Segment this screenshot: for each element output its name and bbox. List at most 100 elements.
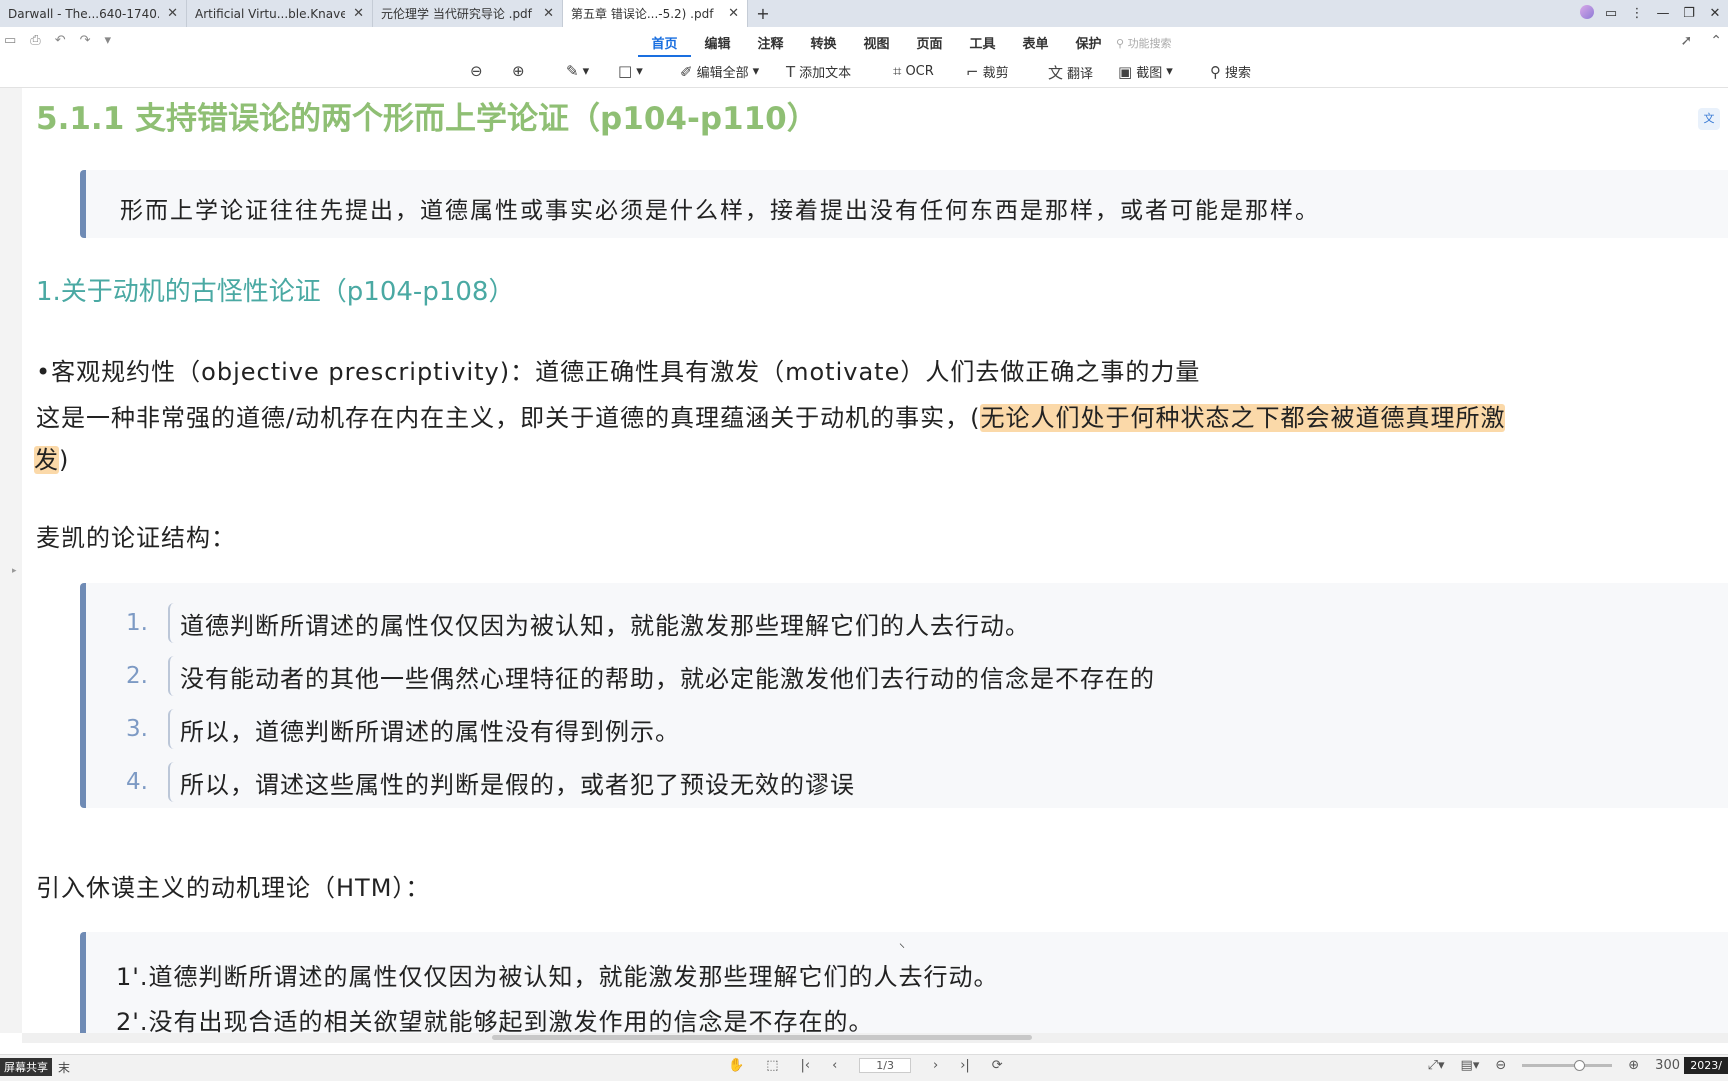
list-number: 4. xyxy=(126,769,148,795)
chevron-down-icon: ▾ xyxy=(1166,64,1173,79)
htm-line-2: 2'.没有出现合适的相关欲望就能够起到激发作用的信念是不存在的。 xyxy=(116,1008,874,1033)
zoom-in-icon: ⊕ xyxy=(512,62,525,80)
tab-artificial[interactable]: Artificial Virtu...ble.Knave.pdf ✕ xyxy=(187,0,373,27)
list-marker xyxy=(168,762,174,802)
search-button[interactable]: ⚲ 搜索 xyxy=(1210,62,1251,82)
list-marker xyxy=(168,709,174,749)
zoom-slider[interactable] xyxy=(1522,1060,1613,1071)
zoom-in-icon[interactable]: ⊕ xyxy=(1628,1058,1639,1073)
bullet-objective-prescriptivity: •客观规约性（objective prescriptivity)：道德正确性具有… xyxy=(36,358,1201,386)
menu-page[interactable]: 页面 xyxy=(903,33,956,57)
add-text-button[interactable]: T 添加文本 xyxy=(786,62,851,82)
list-marker xyxy=(168,603,174,643)
tab-metaethics[interactable]: 元伦理学 当代研究导论 .pdf ... ✕ xyxy=(373,0,563,27)
tab-darwall[interactable]: Darwall - The...640-1740.pdf ✕ xyxy=(0,0,187,27)
screenshot-icon: ▣ xyxy=(1118,62,1133,81)
tab-bar: Darwall - The...640-1740.pdf ✕ Artificia… xyxy=(0,0,1728,27)
section-heading: 5.1.1 支持错误论的两个形而上学论证（p104-p110） xyxy=(36,101,818,137)
zoom-slider-knob[interactable] xyxy=(1574,1060,1586,1071)
chevron-down-icon: ▾ xyxy=(582,63,590,79)
status-text: 末 xyxy=(58,1061,71,1075)
close-icon[interactable]: ✕ xyxy=(728,6,739,21)
tab-title: Darwall - The...640-1740.pdf xyxy=(8,6,159,21)
pen-icon: ✐ xyxy=(680,62,693,81)
zoom-in-button[interactable]: ⊕ xyxy=(512,62,525,80)
translate-float-icon[interactable]: 文 xyxy=(1698,108,1720,130)
tab-chapter5[interactable]: 第五章 错误论...-5.2) .pdf ✕ xyxy=(563,0,748,27)
dropdown-icon[interactable]: ▾ xyxy=(105,33,112,48)
chevron-down-icon: ▾ xyxy=(752,64,760,79)
close-icon[interactable]: ✕ xyxy=(167,6,178,21)
undo-icon[interactable]: ↶ xyxy=(55,33,66,48)
menu-protect[interactable]: 保护 xyxy=(1062,33,1115,57)
redo-icon[interactable]: ↷ xyxy=(80,33,91,48)
feature-search-label: 功能搜索 xyxy=(1127,37,1172,50)
rectangle-icon: □ xyxy=(618,62,633,80)
highlighted-text: 无论人们处于何种状态之下都会被道德真理所激 xyxy=(980,404,1506,432)
menu-tools[interactable]: 工具 xyxy=(956,33,1009,57)
explanation-tail: ) xyxy=(59,446,70,474)
zoom-out-icon[interactable]: ⊖ xyxy=(1495,1058,1506,1073)
prev-page-icon[interactable]: ‹ xyxy=(832,1058,837,1073)
menu-form[interactable]: 表单 xyxy=(1009,33,1062,57)
horizontal-scrollbar[interactable] xyxy=(22,1033,1728,1043)
comment-icon[interactable]: ▭ xyxy=(1598,6,1624,21)
highlight-tool[interactable]: ✎ ▾ xyxy=(566,62,589,80)
first-page-icon[interactable]: |‹ xyxy=(800,1058,810,1073)
ocr-button[interactable]: ⌗ OCR xyxy=(893,62,934,80)
sidebar-gutter: ▸ xyxy=(0,88,23,1033)
crop-icon: ⌐ xyxy=(966,62,979,81)
fit-page-icon[interactable]: ⤢▾ xyxy=(1428,1058,1445,1073)
hand-tool-icon[interactable]: ✋ xyxy=(728,1058,744,1073)
edit-all-button[interactable]: ✐ 编辑全部 ▾ xyxy=(680,62,760,82)
next-page-icon[interactable]: › xyxy=(933,1058,938,1073)
translate-button[interactable]: 文翻译 xyxy=(1048,62,1093,83)
collapse-icon[interactable]: ⌃ xyxy=(1710,33,1722,49)
close-icon[interactable]: ✕ xyxy=(543,6,554,21)
list-number: 2. xyxy=(126,663,148,689)
zoom-out-button[interactable]: ⊖ xyxy=(470,62,483,80)
minimize-button[interactable]: — xyxy=(1650,6,1676,21)
translate-label: 翻译 xyxy=(1067,67,1094,82)
maximize-button[interactable]: ❐ xyxy=(1676,6,1702,21)
tab-title: Artificial Virtu...ble.Knave.pdf xyxy=(195,6,345,21)
menu-view[interactable]: 视图 xyxy=(850,33,903,57)
toolbar: ⊖ ⊕ ✎ ▾ □ ▾ ✐ 编辑全部 ▾ T 添加文本 ⌗ OCR ⌐ 裁剪 文翻译 ▣ 截图 ▾… xyxy=(0,57,1728,88)
intro-blockquote: 形而上学论证往往先提出，道德属性或事实必须是什么样，接着提出没有任何东西是那样，… xyxy=(80,170,1728,238)
scrollbar-thumb[interactable] xyxy=(492,1035,1032,1040)
list-text: 所以，谓述这些属性的判断是假的，或者犯了预设无效的谬误 xyxy=(180,770,855,799)
zoom-level[interactable]: 300 xyxy=(1655,1058,1680,1073)
open-icon[interactable]: ▭ xyxy=(4,33,16,48)
main-menu: 首页 编辑 注释 转换 视图 页面 工具 表单 保护 xyxy=(638,33,1115,57)
list-item: 3. 所以，道德判断所谓述的属性没有得到例示。 xyxy=(126,709,680,749)
list-number: 1. xyxy=(126,610,148,636)
menu-annotate[interactable]: 注释 xyxy=(744,33,797,57)
highlighted-text: 发 xyxy=(34,446,59,474)
view-mode-icon[interactable]: ▤▾ xyxy=(1461,1058,1480,1073)
crop-button[interactable]: ⌐ 裁剪 xyxy=(966,62,1009,82)
ocr-label: OCR xyxy=(905,63,934,79)
page-number-input[interactable]: 1/3 xyxy=(859,1058,911,1073)
expand-sidebar-icon[interactable]: ▸ xyxy=(12,566,17,576)
shape-tool[interactable]: □ ▾ xyxy=(618,62,643,80)
share-icon[interactable]: ➚ xyxy=(1681,33,1693,49)
list-text: 没有能动者的其他一些偶然心理特征的帮助，就必定能激发他们去行动的信念是不存在的 xyxy=(180,664,1155,693)
select-tool-icon[interactable]: ⬚ xyxy=(766,1058,778,1073)
feature-search[interactable]: ⚲ 功能搜索 xyxy=(1116,35,1172,51)
list-text: 道德判断所谓述的属性仅仅因为被认知，就能激发那些理解它们的人去行动。 xyxy=(180,611,1030,640)
rotate-icon[interactable]: ⟳ xyxy=(992,1058,1003,1073)
more-icon[interactable]: ⋮ xyxy=(1624,6,1650,21)
avatar[interactable] xyxy=(1572,4,1598,23)
close-window-button[interactable]: ✕ xyxy=(1702,6,1728,21)
print-icon[interactable]: ⎙ xyxy=(30,33,40,48)
last-page-icon[interactable]: ›| xyxy=(960,1058,970,1073)
mackie-label: 麦凯的论证结构： xyxy=(36,524,236,552)
mackie-argument-block: 1. 道德判断所谓述的属性仅仅因为被认知，就能激发那些理解它们的人去行动。 2.… xyxy=(80,583,1728,808)
screenshot-button[interactable]: ▣ 截图 ▾ xyxy=(1118,62,1173,82)
close-icon[interactable]: ✕ xyxy=(353,6,364,21)
explanation-line-2: 发) xyxy=(34,440,69,475)
menu-convert[interactable]: 转换 xyxy=(797,33,850,57)
new-tab-button[interactable]: + xyxy=(748,4,778,23)
menu-home[interactable]: 首页 xyxy=(638,33,691,57)
menu-edit[interactable]: 编辑 xyxy=(691,33,744,57)
